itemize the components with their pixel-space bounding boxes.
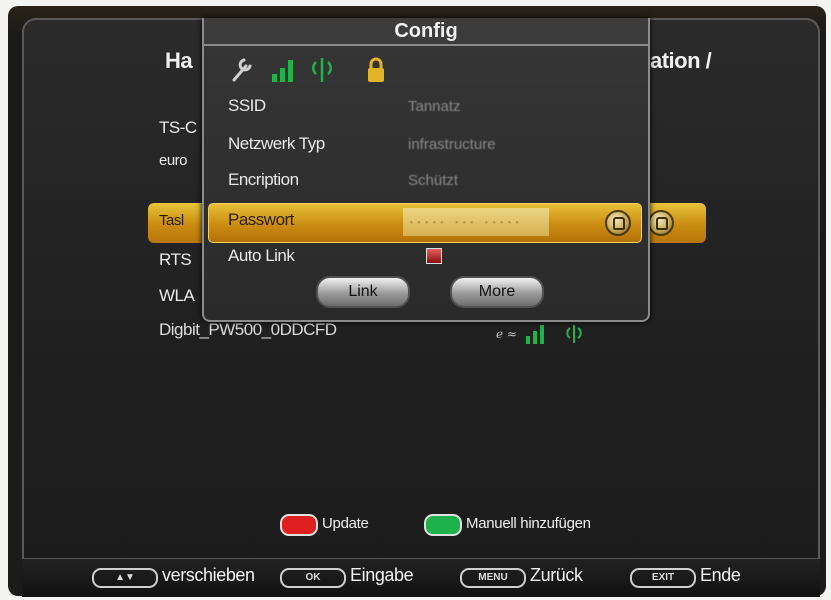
background-title-left: Ha	[165, 48, 193, 73]
nav-move-label: verschieben	[162, 565, 255, 585]
svg-text:ℯ ≈: ℯ ≈	[496, 327, 517, 341]
network-row-1[interactable]: TS-C	[159, 118, 197, 138]
green-key-icon	[424, 514, 462, 536]
update-label[interactable]: Update	[322, 515, 369, 532]
config-status-icons	[230, 54, 390, 84]
network-row-3[interactable]: Tasl	[159, 212, 184, 229]
lock-icon	[368, 57, 384, 82]
network-row-2[interactable]: euro	[159, 152, 188, 169]
exit-key-icon: EXIT	[630, 568, 696, 588]
network-type-label: Netzwerk Typ	[228, 134, 325, 153]
arrow-keys-icon: ▲▼	[92, 568, 158, 588]
link-button[interactable]: Link	[316, 276, 410, 308]
tv-screen: Ha ation / TS-C euro Tasl RTS WLA Digbit…	[22, 18, 820, 597]
config-dialog-title: Config	[394, 20, 458, 42]
keyboard-icon[interactable]	[605, 210, 631, 236]
encryption-label: Encription	[228, 170, 299, 189]
more-button[interactable]: More	[450, 276, 544, 308]
nav-enter-label: Eingabe	[350, 565, 414, 585]
lock-icon	[648, 210, 674, 236]
menu-key-icon: MENU	[460, 568, 526, 588]
encryption-value[interactable]: Schützt	[408, 172, 458, 189]
password-input[interactable]: ····· ··· ·····	[409, 213, 522, 229]
network-row-4[interactable]: RTS	[159, 250, 192, 270]
manual-add-label[interactable]: Manuell hinzufügen	[466, 515, 591, 532]
auto-link-checkbox[interactable]	[426, 248, 442, 264]
wrench-icon	[232, 58, 252, 82]
red-key-icon	[280, 514, 318, 536]
signal-strength-icon	[272, 60, 293, 82]
nav-exit-label: Ende	[700, 565, 741, 585]
password-label: Passwort	[228, 210, 294, 229]
network-type-value[interactable]: infrastructure	[408, 136, 496, 153]
nav-back-label: Zurück	[530, 565, 583, 585]
ssid-label: SSID	[228, 96, 266, 115]
auto-link-label: Auto Link	[228, 246, 295, 265]
network-row-6-signal-icon: ℯ ≈	[496, 320, 616, 346]
ok-key-icon: OK	[280, 568, 346, 588]
config-dialog: Config SSID Tannatz Netzwerk Typ infrast…	[202, 18, 650, 322]
antenna-icon	[312, 58, 332, 82]
network-row-5[interactable]: WLA	[159, 286, 195, 306]
background-title-right: ation /	[650, 48, 712, 73]
network-row-6[interactable]: Digbit_PW500_0DDCFD	[159, 320, 337, 340]
ssid-value[interactable]: Tannatz	[408, 98, 461, 115]
